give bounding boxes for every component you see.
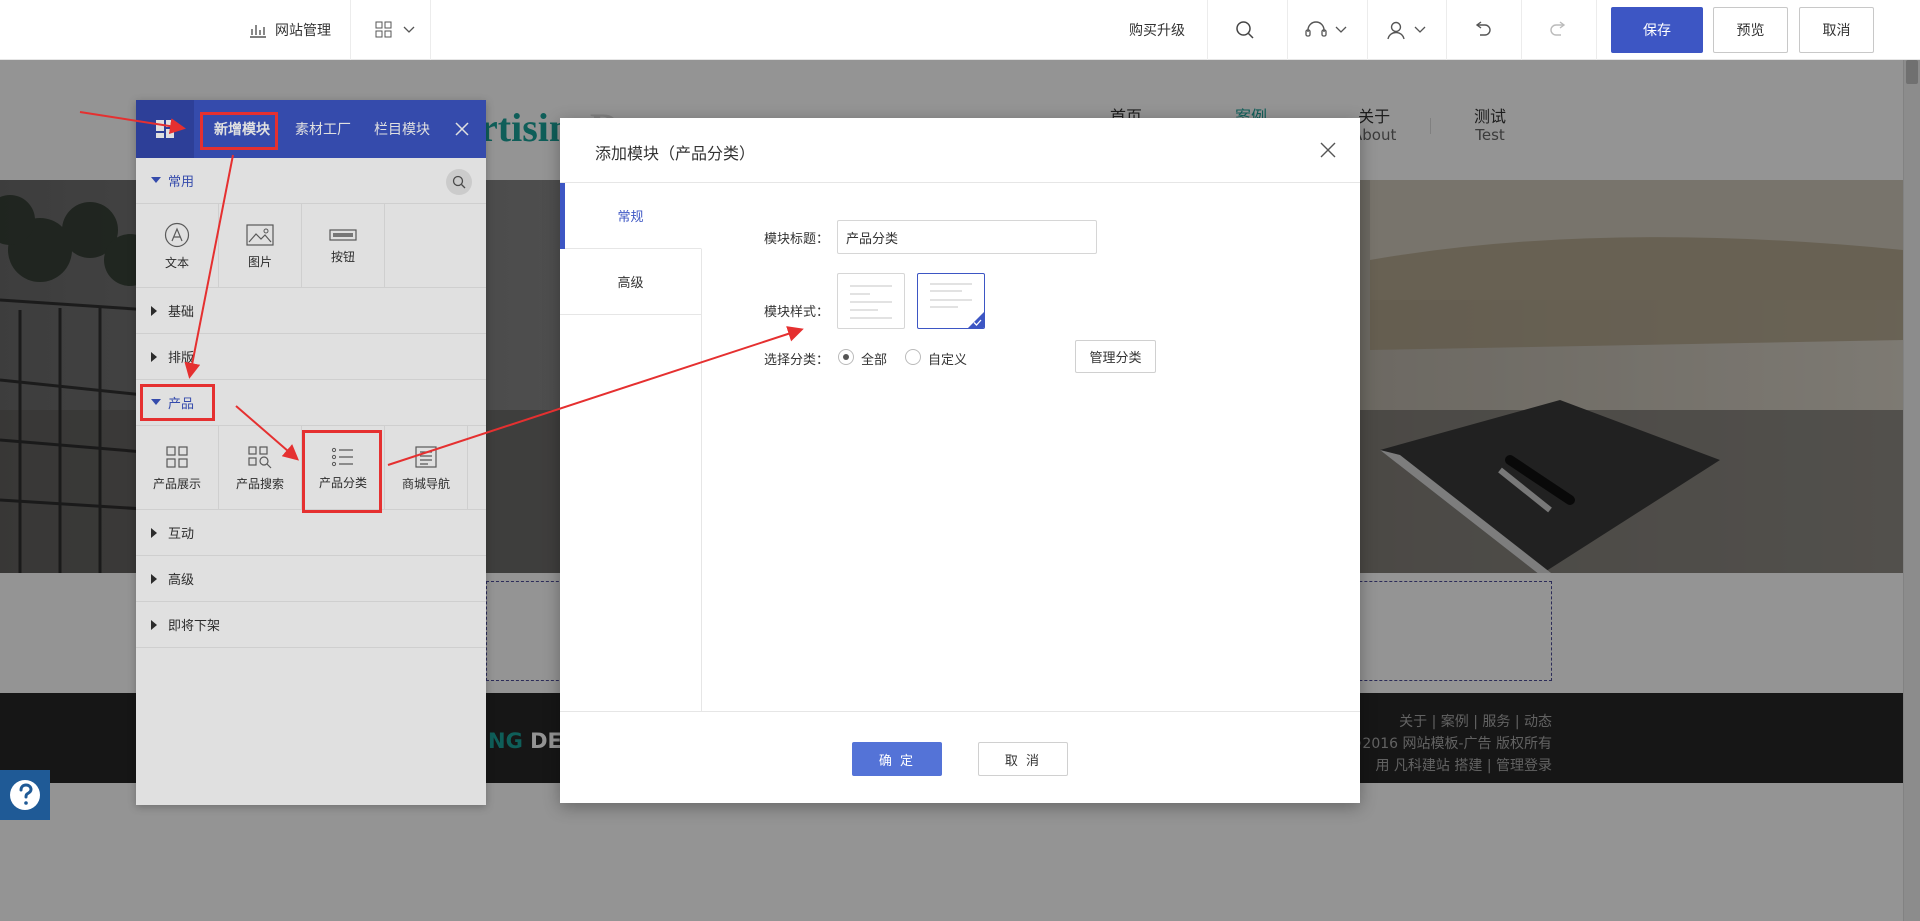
account-button[interactable] xyxy=(1370,0,1442,60)
style-list-icon xyxy=(850,285,892,319)
select-category-label: 选择分类： xyxy=(764,353,830,368)
search-icon xyxy=(1236,21,1254,39)
buy-upgrade-label: 购买升级 xyxy=(1129,23,1185,39)
help-icon xyxy=(10,780,40,810)
grid-icon xyxy=(375,21,392,38)
cancel-button[interactable]: 取消 xyxy=(1799,7,1874,53)
radio-all[interactable] xyxy=(838,349,854,365)
headset-icon xyxy=(1305,21,1327,37)
preview-button[interactable]: 预览 xyxy=(1713,7,1788,53)
add-module-dialog: 添加模块（产品分类） 常规 高级 模块标题： 模块样式： 选择分类： 全部 自定… xyxy=(560,118,1360,803)
site-manage-label: 网站管理 xyxy=(275,23,331,39)
save-button[interactable]: 保存 xyxy=(1611,7,1703,53)
redo-icon xyxy=(1549,21,1565,36)
dialog-title: 添加模块（产品分类） xyxy=(595,144,756,163)
module-title-label: 模块标题： xyxy=(764,232,830,247)
user-icon xyxy=(1387,21,1405,40)
manage-category-button[interactable]: 管理分类 xyxy=(1075,340,1156,373)
style-option-2-selected[interactable] xyxy=(917,273,985,329)
close-icon[interactable] xyxy=(1316,138,1340,162)
tab-advanced[interactable]: 高级 xyxy=(560,249,701,315)
radio-custom-label: 自定义 xyxy=(928,353,968,368)
module-style-label: 模块样式： xyxy=(764,305,830,320)
undo-button[interactable] xyxy=(1450,0,1515,60)
undo-icon xyxy=(1475,21,1491,36)
dialog-form: 模块标题： 模块样式： 选择分类： 全部 自定义 管理分类 xyxy=(702,183,1360,711)
search-button[interactable] xyxy=(1210,0,1280,60)
highlight-add-module-tab xyxy=(200,112,278,150)
tab-general[interactable]: 常规 xyxy=(560,183,702,249)
dialog-footer: 确 定 取 消 xyxy=(560,711,1360,803)
highlight-product-section xyxy=(140,384,215,421)
style-option-1[interactable] xyxy=(837,273,905,329)
chevron-down-icon xyxy=(1335,26,1347,33)
dialog-sidebar: 常规 高级 xyxy=(560,183,702,711)
dialog-cancel-button[interactable]: 取 消 xyxy=(978,742,1068,776)
service-button[interactable] xyxy=(1290,0,1362,60)
radio-all-label: 全部 xyxy=(861,353,888,368)
help-float-button[interactable] xyxy=(0,770,50,820)
dialog-header: 添加模块（产品分类） xyxy=(560,118,1360,183)
bar-chart-icon xyxy=(250,25,266,38)
layout-switch-button[interactable] xyxy=(360,0,430,60)
chevron-down-icon xyxy=(1414,26,1426,33)
chevron-down-icon xyxy=(403,26,415,33)
highlight-product-category-module xyxy=(302,430,382,513)
editor-toolbar: 网站管理 购买升级 保存 预览 取消 xyxy=(0,0,1920,60)
buy-upgrade-link[interactable]: 购买升级 xyxy=(1110,0,1204,60)
check-icon xyxy=(973,319,982,326)
site-manage-button[interactable]: 网站管理 xyxy=(240,0,340,60)
module-title-input[interactable] xyxy=(837,220,1097,254)
confirm-button[interactable]: 确 定 xyxy=(852,742,942,776)
redo-button[interactable] xyxy=(1525,0,1590,60)
radio-custom[interactable] xyxy=(905,349,921,365)
